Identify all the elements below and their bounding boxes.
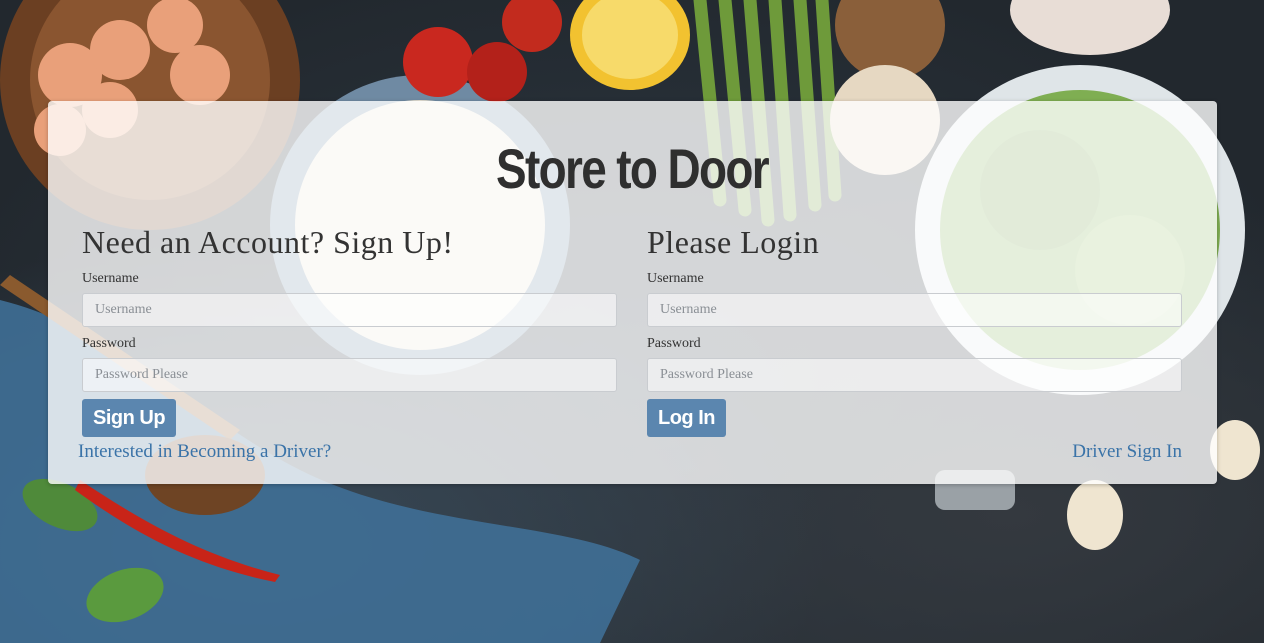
signup-password-label: Password	[82, 336, 136, 351]
become-driver-link[interactable]: Interested in Becoming a Driver?	[78, 440, 331, 464]
login-password-input[interactable]	[647, 358, 1182, 392]
signup-password-input[interactable]	[82, 358, 617, 392]
signup-button[interactable]: Sign Up	[82, 399, 177, 437]
signup-form: Need an Account? Sign Up! Username Passw…	[82, 224, 618, 437]
login-heading: Please Login	[647, 224, 820, 260]
login-username-label: Username	[647, 271, 704, 286]
driver-sign-in-link[interactable]: Driver Sign In	[1072, 440, 1182, 464]
login-form: Please Login Username Password Log In	[647, 224, 1183, 437]
login-password-label: Password	[647, 336, 701, 351]
signup-username-input[interactable]	[82, 293, 617, 327]
signup-heading: Need an Account? Sign Up!	[82, 224, 454, 260]
signup-username-label: Username	[82, 271, 139, 286]
login-button[interactable]: Log In	[647, 399, 726, 437]
login-username-input[interactable]	[647, 293, 1182, 327]
page-title: Store to Door	[495, 137, 770, 200]
